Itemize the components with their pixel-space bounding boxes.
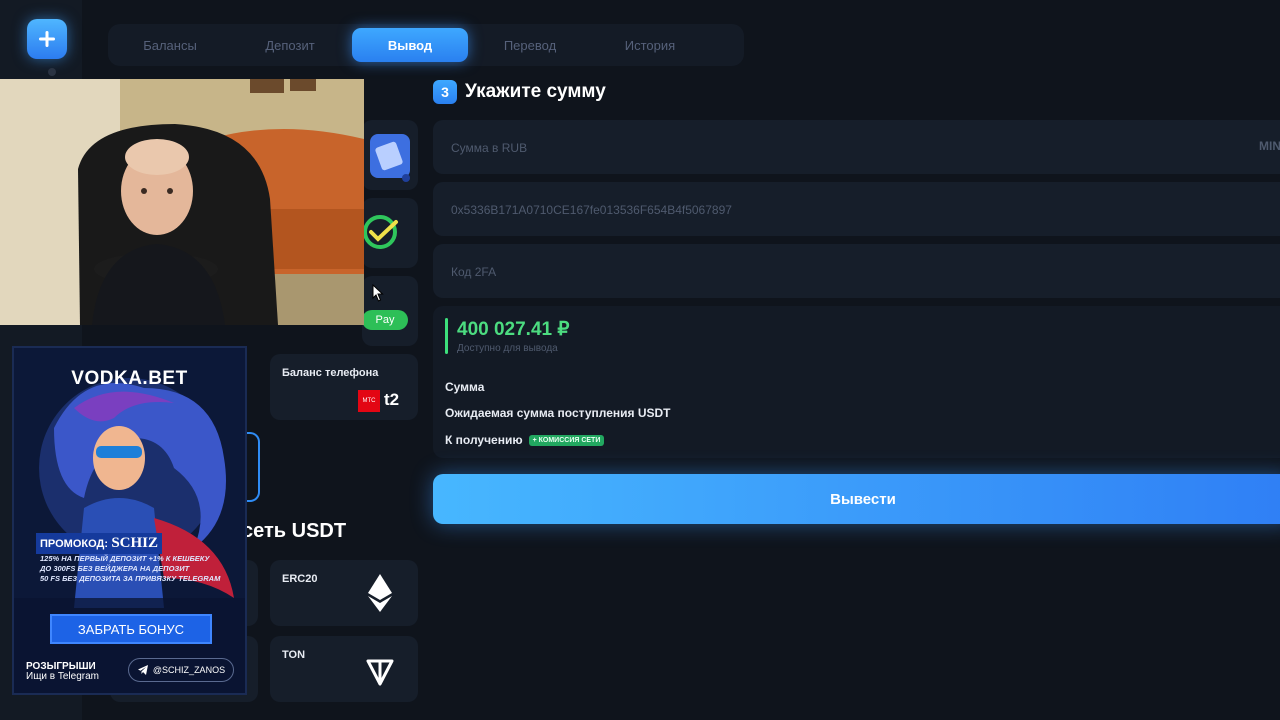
available-balance: 400 027.41 ₽ (457, 319, 570, 340)
promo-offer-line: 125% НА ПЕРВЫЙ ДЕПОЗИТ +1% К КЕШБЕКУ (40, 554, 210, 563)
amount-field: MIN (433, 120, 1280, 176)
network-fee-badge: + КОМИССИЯ СЕТИ (528, 434, 605, 446)
sum-label-text: Сумма (445, 380, 485, 394)
bank-card-icon (370, 134, 410, 182)
telegram-handle-button[interactable]: @SCHIZ_ZANOS (128, 658, 234, 682)
promo-code-value: SCHIZ (111, 535, 159, 551)
promo-code-prefix: ПРОМОКОД: (40, 538, 108, 550)
ethereum-icon (368, 574, 392, 612)
promo-offer-line: ДО 300FS БЕЗ ВЕЙДЖЕРА НА ДЕПОЗИТ (40, 564, 190, 573)
step-header: 3 Укажите сумму (433, 80, 606, 104)
method-card-pay[interactable]: Pay (362, 276, 418, 346)
promo-logo: VODKA.BET (71, 368, 188, 389)
section-title: Укажите сумму (465, 81, 606, 102)
method-card-card[interactable] (362, 120, 418, 190)
method-card-phone-balance[interactable]: Баланс телефона МТС t2 (270, 354, 418, 420)
step-number-badge: 3 (433, 80, 457, 104)
pay-badge: Pay (362, 310, 408, 330)
add-button[interactable] (27, 19, 67, 59)
promo-banner[interactable]: VODKA.BET ПРОМОКОД: SCHIZ 125% НА ПЕРВЫЙ… (12, 346, 247, 695)
wallet-address-field (433, 182, 1280, 238)
phone-balance-label: Баланс телефона (282, 367, 379, 379)
promo-footer: РОЗЫГРЫШИ Ищи в Telegram (26, 662, 99, 682)
tab-history[interactable]: История (592, 28, 708, 62)
expected-amount-row: Ожидаемая сумма поступления USDT (445, 406, 671, 420)
pay-label: Pay (375, 314, 395, 326)
mts-logo: МТС (358, 390, 380, 412)
network-card-ton[interactable]: TON (270, 636, 418, 702)
tab-balances[interactable]: Балансы (112, 28, 228, 62)
sum-label: Сумма (445, 380, 484, 394)
tab-deposit[interactable]: Депозит (232, 28, 348, 62)
available-balance-caption: Доступно для вывода (457, 343, 558, 354)
wallet-address-input[interactable] (449, 182, 1233, 238)
balance-accent-bar (445, 318, 448, 354)
plus-icon (39, 31, 55, 47)
withdraw-summary: 400 027.41 ₽ Доступно для вывода Сумма О… (433, 306, 1280, 458)
ton-label: TON (282, 649, 306, 661)
settings-dot-icon[interactable] (48, 68, 56, 76)
telegram-icon (137, 665, 148, 675)
receive-label: К получению (445, 433, 523, 447)
amount-input[interactable] (449, 120, 1233, 176)
claim-bonus-button[interactable]: ЗАБРАТЬ БОНУС (50, 614, 212, 644)
webcam-scene-image (0, 79, 364, 325)
tab-withdraw[interactable]: Вывод (352, 28, 468, 62)
network-section-title: сеть USDT (242, 520, 347, 542)
webcam-overlay (0, 79, 364, 325)
expected-amount-label: Ожидаемая сумма поступления USDT (445, 406, 671, 420)
receive-row: К получению + КОМИССИЯ СЕТИ (445, 433, 605, 447)
telegram-hint: Ищи в Telegram (26, 671, 99, 682)
min-amount-label: MIN (1259, 139, 1280, 153)
promo-offer-list: 125% НА ПЕРВЫЙ ДЕПОЗИТ +1% К КЕШБЕКУ ДО … (40, 554, 220, 584)
promo-offer-line: 50 FS БЕЗ ДЕПОЗИТА ЗА ПРИВЯЗКУ TELEGRAM (40, 574, 221, 583)
telegram-handle: @SCHIZ_ZANOS (152, 665, 226, 675)
sber-check-icon (363, 215, 398, 249)
erc20-label: ERC20 (282, 573, 318, 585)
twofa-field (433, 244, 1280, 300)
twofa-input[interactable] (449, 244, 1233, 300)
withdraw-button[interactable]: Вывести (433, 474, 1280, 524)
t2-logo: t2 (384, 390, 400, 409)
promo-code-label: ПРОМОКОД: SCHIZ (36, 533, 163, 554)
network-card-erc20[interactable]: ERC20 (270, 560, 418, 626)
wallet-tabs: Балансы Депозит Вывод Перевод История (108, 24, 744, 66)
tab-transfer[interactable]: Перевод (472, 28, 588, 62)
mts-logo-text: МТС (362, 398, 376, 404)
method-card-sbp[interactable] (362, 198, 418, 268)
mouse-cursor-icon (372, 284, 384, 302)
ton-icon (366, 659, 394, 686)
